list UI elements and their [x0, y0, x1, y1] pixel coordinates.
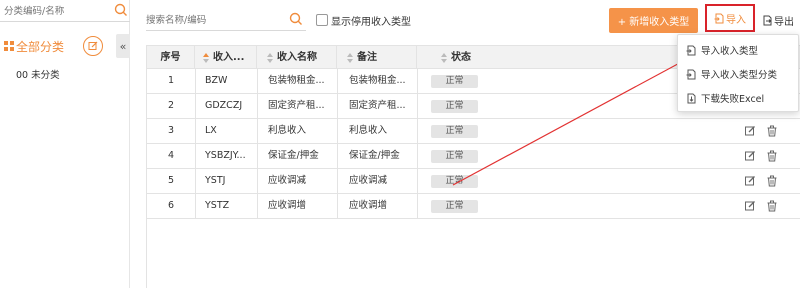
status-badge: 正常 — [431, 175, 478, 188]
edit-category-button[interactable] — [83, 36, 103, 56]
status-badge: 正常 — [431, 100, 478, 113]
edit-icon[interactable] — [744, 150, 756, 162]
category-item-uncategorized[interactable]: 00 未分类 — [16, 67, 60, 81]
cell-name: 包装物租金... — [268, 75, 325, 86]
edit-icon[interactable] — [744, 175, 756, 187]
cell-remark: 利息收入 — [349, 125, 388, 136]
export-label: 导出 — [774, 16, 794, 28]
cell-name: 固定资产租... — [268, 100, 325, 111]
status-badge: 正常 — [431, 75, 478, 88]
cell-index: 5 — [167, 175, 175, 186]
cell-code: BZW — [205, 75, 228, 86]
delete-icon[interactable] — [766, 200, 778, 212]
sort-icon — [441, 53, 447, 63]
table-row[interactable]: 3 LX 利息收入 利息收入 正常 — [147, 119, 800, 144]
menu-item-import-income-type[interactable]: 导入收入类型 — [678, 37, 800, 63]
cell-index: 1 — [167, 75, 175, 86]
status-badge: 正常 — [431, 150, 478, 163]
search-icon[interactable] — [289, 12, 303, 26]
menu-item-download-failed-excel[interactable]: 下载失败Excel — [678, 85, 800, 111]
table-row[interactable]: 5 YSTJ 应收调减 应收调减 正常 — [147, 169, 800, 194]
category-header: 全部分类 — [0, 36, 114, 56]
cell-code: YSBZJY... — [205, 150, 246, 161]
menu-item-label: 下载失败Excel — [701, 94, 765, 105]
header-name-label: 收入名称 — [277, 52, 317, 63]
cell-code: GDZCZJ — [205, 100, 243, 111]
menu-item-label: 导入收入类型分类 — [701, 70, 778, 81]
cell-name: 利息收入 — [268, 125, 307, 136]
menu-item-import-income-category[interactable]: 导入收入类型分类 — [678, 61, 800, 87]
delete-icon[interactable] — [766, 125, 778, 137]
cell-code: LX — [205, 125, 217, 136]
cell-index: 2 — [167, 100, 175, 111]
cell-remark: 保证金/押金 — [349, 150, 400, 161]
search-icon[interactable] — [114, 3, 128, 17]
cell-index: 3 — [167, 125, 175, 136]
collapse-panel-button[interactable]: « — [116, 34, 130, 58]
import-button[interactable]: 导入 — [705, 4, 755, 32]
cell-remark: 固定资产租... — [349, 100, 406, 111]
header-code-label: 收入... — [213, 52, 245, 63]
import-icon — [686, 45, 696, 55]
delete-icon[interactable] — [766, 175, 778, 187]
delete-icon[interactable] — [766, 150, 778, 162]
download-icon — [687, 93, 696, 103]
grid-icon — [4, 41, 14, 51]
income-search-input[interactable] — [146, 12, 282, 28]
category-panel: 全部分类 « 00 未分类 — [0, 0, 130, 288]
income-search — [146, 9, 306, 31]
header-remark-label: 备注 — [357, 52, 377, 63]
cell-index: 4 — [167, 150, 175, 161]
sort-icon — [203, 53, 209, 63]
cell-name: 保证金/押金 — [268, 150, 319, 161]
sort-icon — [347, 53, 353, 63]
edit-icon[interactable] — [744, 125, 756, 137]
cell-remark: 应收调减 — [349, 175, 388, 186]
import-menu: 导入收入类型 导入收入类型分类 下载失败Excel — [677, 34, 799, 112]
category-search-input[interactable] — [4, 3, 108, 19]
sort-icon — [267, 53, 273, 63]
new-income-type-button[interactable]: + 新增收入类型 — [609, 8, 698, 33]
import-icon — [686, 69, 696, 79]
import-label: 导入 — [726, 14, 746, 26]
header-remark[interactable]: 备注 — [337, 46, 417, 69]
menu-item-label: 导入收入类型 — [701, 46, 759, 57]
table-row[interactable]: 6 YSTZ 应收调增 应收调增 正常 — [147, 194, 800, 219]
category-search — [0, 0, 130, 22]
header-index: 序号 — [147, 46, 195, 69]
edit-icon[interactable] — [744, 200, 756, 212]
header-status-label: 状态 — [451, 52, 471, 63]
cell-name: 应收调减 — [268, 175, 307, 186]
header-code[interactable]: 收入... — [195, 46, 257, 69]
table-row[interactable]: 4 YSBZJY... 保证金/押金 保证金/押金 正常 — [147, 144, 800, 169]
export-icon — [763, 15, 772, 25]
cell-remark: 应收调增 — [349, 200, 388, 211]
show-disabled-label: 显示停用收入类型 — [331, 17, 411, 28]
cell-name: 应收调增 — [268, 200, 307, 211]
show-disabled-checkbox[interactable] — [316, 14, 328, 26]
cell-remark: 包装物租金... — [349, 75, 406, 86]
header-name[interactable]: 收入名称 — [257, 46, 337, 69]
cell-code: YSTJ — [205, 175, 226, 186]
double-chevron-left-icon: « — [119, 39, 127, 53]
cell-code: YSTZ — [205, 200, 230, 211]
import-icon — [714, 13, 724, 23]
edit-icon — [88, 41, 98, 50]
cell-index: 6 — [167, 200, 175, 211]
status-badge: 正常 — [431, 200, 478, 213]
export-button[interactable]: 导出 — [762, 10, 794, 30]
status-badge: 正常 — [431, 125, 478, 138]
all-categories-label[interactable]: 全部分类 — [16, 38, 64, 55]
